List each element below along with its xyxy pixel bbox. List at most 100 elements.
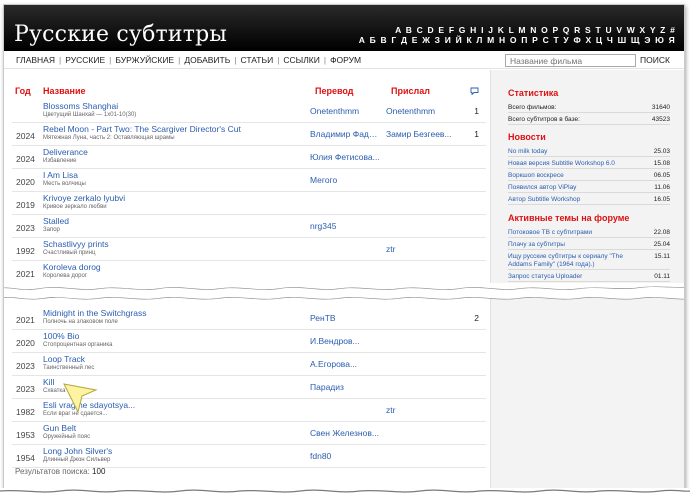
row-subtitle: Стопроцентная органика xyxy=(43,342,113,348)
row-translator-link[interactable]: РенТВ xyxy=(310,313,382,323)
sidebar-row-label[interactable]: Появился автор ViPlay xyxy=(508,184,576,191)
row-translator-link[interactable]: nrg345 xyxy=(310,221,382,231)
table-row: 2023 Stalled Запор nrg345 xyxy=(12,215,486,238)
sidebar-row: Всего субтитров в базе: 43523 xyxy=(508,114,670,125)
row-title-link[interactable]: Long John Silver's xyxy=(43,446,112,456)
row-year: 2023 xyxy=(16,361,35,371)
row-translator-link[interactable]: Мегого xyxy=(310,175,382,185)
row-sender-link[interactable]: ztr xyxy=(386,244,456,254)
row-translator-link[interactable]: Свен Железнов... xyxy=(310,428,382,438)
sidebar-row[interactable]: Потоковое ТВ с субтитрами 22.08 xyxy=(508,227,670,238)
alphabet-cyrillic[interactable]: А Б В Г Д Е Ж З И Й К Л М Н О П Р С Т У … xyxy=(359,35,676,45)
row-title-link[interactable]: Midnight in the Switchgrass xyxy=(43,308,146,318)
row-title-link[interactable]: Koroleva dorog xyxy=(43,262,101,272)
row-subtitle: Таинственный лес xyxy=(43,365,95,371)
row-comment-count: 2 xyxy=(474,313,479,323)
stats-heading: Статистика xyxy=(508,88,559,98)
sidebar-row[interactable]: Воркшоп воскресе 06.05 xyxy=(508,170,670,181)
sidebar-row-label[interactable]: No milk today xyxy=(508,148,547,155)
header-sender[interactable]: Прислал xyxy=(391,86,430,96)
nav-item[interactable]: ГЛАВНАЯ xyxy=(16,55,55,65)
row-translator-link[interactable]: Юлия Фетисова... xyxy=(310,152,382,162)
row-title-link[interactable]: Deliverance xyxy=(43,147,88,157)
nav-item[interactable]: СТАТЬИ xyxy=(241,55,274,65)
table-row: 1992 Schastlivyy prints Счастливый принц zt… xyxy=(12,238,486,261)
row-translator-link[interactable]: Парадиз xyxy=(310,382,382,392)
header-year[interactable]: Год xyxy=(15,86,31,96)
row-sender-link[interactable]: Замир Безгеев... xyxy=(386,129,456,139)
sidebar-row-label[interactable]: Новая версия Subtitle Workshop 6.0 xyxy=(508,160,615,167)
row-subtitle: Полночь на злаковом поле xyxy=(43,319,118,325)
row-subtitle: Цветущий Шанхай — 1x01-10(30) xyxy=(43,112,137,118)
row-title-link[interactable]: Loop Track xyxy=(43,354,85,364)
row-translator-link[interactable]: И.Вендров... xyxy=(310,336,382,346)
header-title[interactable]: Название xyxy=(43,86,85,96)
table-row: 2019 Krivoye zerkalo lyubvi Кривое зеркало… xyxy=(12,192,486,215)
alphabet-index[interactable]: A B C D E F G H I J K L M N O P Q R S T … xyxy=(359,25,676,45)
row-translator-link[interactable]: Onetenthmm xyxy=(310,106,382,116)
sidebar-row[interactable]: Появился автор ViPlay 11.06 xyxy=(508,182,670,193)
nav-item[interactable]: ФОРУМ xyxy=(330,55,361,65)
sidebar-row[interactable]: Новая версия Subtitle Workshop 6.0 15.08 xyxy=(508,158,670,169)
search-input[interactable] xyxy=(505,54,636,67)
row-translator-link[interactable]: А.Егорова... xyxy=(310,359,382,369)
sidebar-row-label[interactable]: Ищу русские субтитры к сериалу "The xyxy=(508,253,623,260)
nav-item[interactable]: ДОБАВИТЬ xyxy=(184,55,230,65)
row-year: 1992 xyxy=(16,246,35,256)
row-sender-link[interactable]: ztr xyxy=(386,405,456,415)
search-button[interactable]: ПОИСК xyxy=(640,54,670,67)
row-year: 2023 xyxy=(16,384,35,394)
row-year: 2024 xyxy=(16,154,35,164)
sidebar-row-label-cont[interactable]: Addams Family" (1964 года).) xyxy=(508,261,595,268)
row-sender-link[interactable]: Onetenthmm xyxy=(386,106,456,116)
nav-separator: | xyxy=(109,55,112,65)
row-year: 2021 xyxy=(16,315,35,325)
row-title-link[interactable]: Krivoye zerkalo lyubvi xyxy=(43,193,125,203)
nav-item[interactable]: ССЫЛКИ xyxy=(283,55,319,65)
row-comment-count: 1 xyxy=(474,106,479,116)
nav-links: ГЛАВНАЯ | РУССКИЕ | БУРЖУЙСКИЕ | ДОБАВИТЬ | СТАТ… xyxy=(16,55,361,65)
sidebar-row-label[interactable]: Плачу за субтитры xyxy=(508,241,565,248)
site-logo[interactable]: Русские субтитры xyxy=(14,23,227,47)
table-row: 2020 100% Bio Стопроцентная органика И.Венд… xyxy=(12,330,486,353)
row-year: 2019 xyxy=(16,200,35,210)
sidebar-row-label[interactable]: Потоковое ТВ с субтитрами xyxy=(508,229,592,236)
row-subtitle: Мятежная Луна, часть 2: Оставляющая шрам… xyxy=(43,135,175,141)
sidebar-row: Всего фильмов: 31640 xyxy=(508,102,670,113)
news-heading: Новости xyxy=(508,132,546,142)
sidebar-row-value: 16.05 xyxy=(653,196,670,203)
nav-item[interactable]: БУРЖУЙСКИЕ xyxy=(115,55,174,65)
page-frame: Русские субтитры A B C D E F G H I J K L… xyxy=(3,4,685,494)
sidebar-row-label[interactable]: Воркшоп воскресе xyxy=(508,172,564,179)
row-title-link[interactable]: Gun Belt xyxy=(43,423,76,433)
row-translator-link[interactable]: Владимир Фадее... xyxy=(310,129,382,139)
sidebar-row-value: 25.03 xyxy=(653,148,670,155)
row-title-link[interactable]: Rebel Moon - Part Two: The Scargiver Dir… xyxy=(43,124,241,134)
bottom-edge-shape xyxy=(0,489,690,493)
nav-item[interactable]: РУССКИЕ xyxy=(65,55,105,65)
row-comment-count: 1 xyxy=(474,129,479,139)
bottom-torn-edge xyxy=(0,488,690,500)
sidebar-row-value: 25.04 xyxy=(653,241,670,248)
row-title-link[interactable]: Schastlivyy prints xyxy=(43,239,109,249)
sidebar-row-label[interactable]: Запрос статуса Uploader xyxy=(508,273,582,280)
nav-separator: | xyxy=(59,55,62,65)
table-row: 1953 Gun Belt Оружейный пояс Свен Железнов.… xyxy=(12,422,486,445)
nav-separator: | xyxy=(178,55,181,65)
row-translator-link[interactable]: fdn80 xyxy=(310,451,382,461)
forum-heading: Активные темы на форуме xyxy=(508,213,630,223)
sidebar-row-label[interactable]: Автор Subtitle Workshop xyxy=(508,196,580,203)
row-title-link[interactable]: Stalled xyxy=(43,216,69,226)
row-title-link[interactable]: I Am Lisa xyxy=(43,170,78,180)
sidebar-row[interactable]: Автор Subtitle Workshop 16.05 xyxy=(508,194,670,205)
alphabet-latin[interactable]: A B C D E F G H I J K L M N O P Q R S T … xyxy=(359,25,676,35)
row-subtitle: Избавление xyxy=(43,158,77,164)
sidebar-row[interactable]: Плачу за субтитры 25.04 xyxy=(508,239,670,250)
row-title-link[interactable]: Kill xyxy=(43,377,54,387)
row-title-link[interactable]: Blossoms Shanghai xyxy=(43,101,118,111)
row-title-link[interactable]: 100% Bio xyxy=(43,331,79,341)
sidebar-row[interactable]: No milk today 25.03 xyxy=(508,146,670,157)
sidebar-row-value: 15.08 xyxy=(653,160,670,167)
header-translation[interactable]: Перевод xyxy=(315,86,353,96)
sidebar-row[interactable]: Ищу русские субтитры к сериалу "The Addam… xyxy=(508,251,670,270)
